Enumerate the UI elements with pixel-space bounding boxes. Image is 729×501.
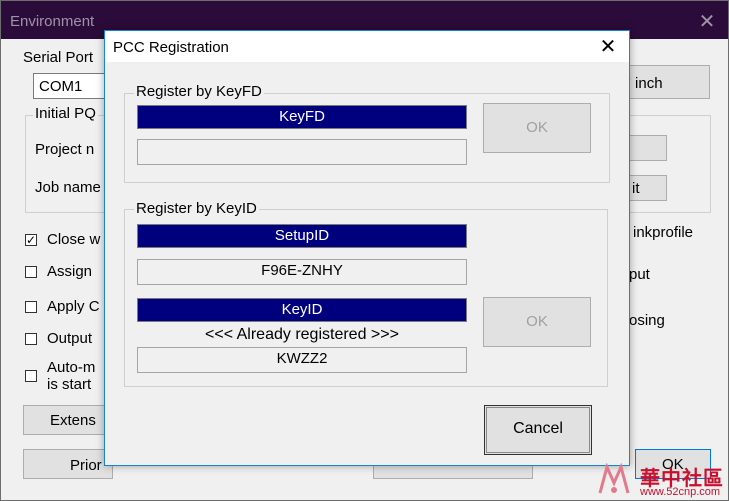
job-edit-label: it [632,180,640,197]
initial-pq-label: Initial PQ [33,105,98,122]
register-keyid-label: Register by KeyID [134,200,259,217]
apply-label: Apply C [47,298,100,315]
apply-checkbox[interactable] [25,301,37,313]
extensions-button[interactable]: Extens [23,405,113,435]
serial-port-select[interactable]: COM1 [33,73,115,99]
close-icon[interactable]: ✕ [695,10,719,34]
close-icon[interactable]: ✕ [593,34,623,60]
close-label: Close w [47,231,101,248]
inkprofile-label: inkprofile [633,224,694,241]
output-checkbox[interactable] [25,333,37,345]
cancel-button[interactable]: Cancel [484,405,592,455]
serial-port-label: Serial Port [23,49,94,66]
priority-button[interactable]: Prior [23,449,113,479]
watermark-logo [598,463,630,494]
project-label: Project n [35,141,95,158]
keyfd-field[interactable] [137,139,467,165]
close-checkbox[interactable]: ✓ [25,234,37,246]
project-browse-button[interactable] [627,135,667,161]
environment-title: Environment [10,13,95,30]
keyid-ok-button[interactable]: OK [483,297,591,347]
priority-label: Prior [70,457,102,474]
keyfd-header: KeyFD [137,105,467,129]
registration-status: <<< Already registered >>> [205,326,399,343]
auto-label-line2: is start [47,376,92,393]
job-name-label: Job name [35,179,101,196]
register-keyfd-label: Register by KeyFD [134,83,264,100]
pcc-title: PCC Registration [113,39,229,56]
unit-inch-label: ' inch [628,75,663,92]
auto-label-line1: Auto-m [47,359,96,376]
setupid-header: SetupID [137,224,467,248]
keyfd-ok-button[interactable]: OK [483,103,591,153]
assign-checkbox[interactable] [25,266,37,278]
setupid-field: F96E-ZNHY [137,259,467,285]
watermark-url: www.52cnp.com [640,486,721,498]
job-edit-button[interactable]: it [627,175,667,201]
closing-option-label: osing [629,312,665,329]
assign-label: Assign [47,263,93,280]
extensions-label: Extens [50,412,96,429]
serial-port-value: COM1 [39,78,83,95]
output-option-label: put [629,266,650,283]
auto-checkbox[interactable] [25,370,37,382]
pcc-registration-dialog: PCC Registration ✕ Register by KeyFD Key… [104,30,630,466]
keyid-header: KeyID [137,298,467,322]
output-label: Output [47,330,93,347]
keyid-field[interactable]: KWZZ2 [137,347,467,373]
